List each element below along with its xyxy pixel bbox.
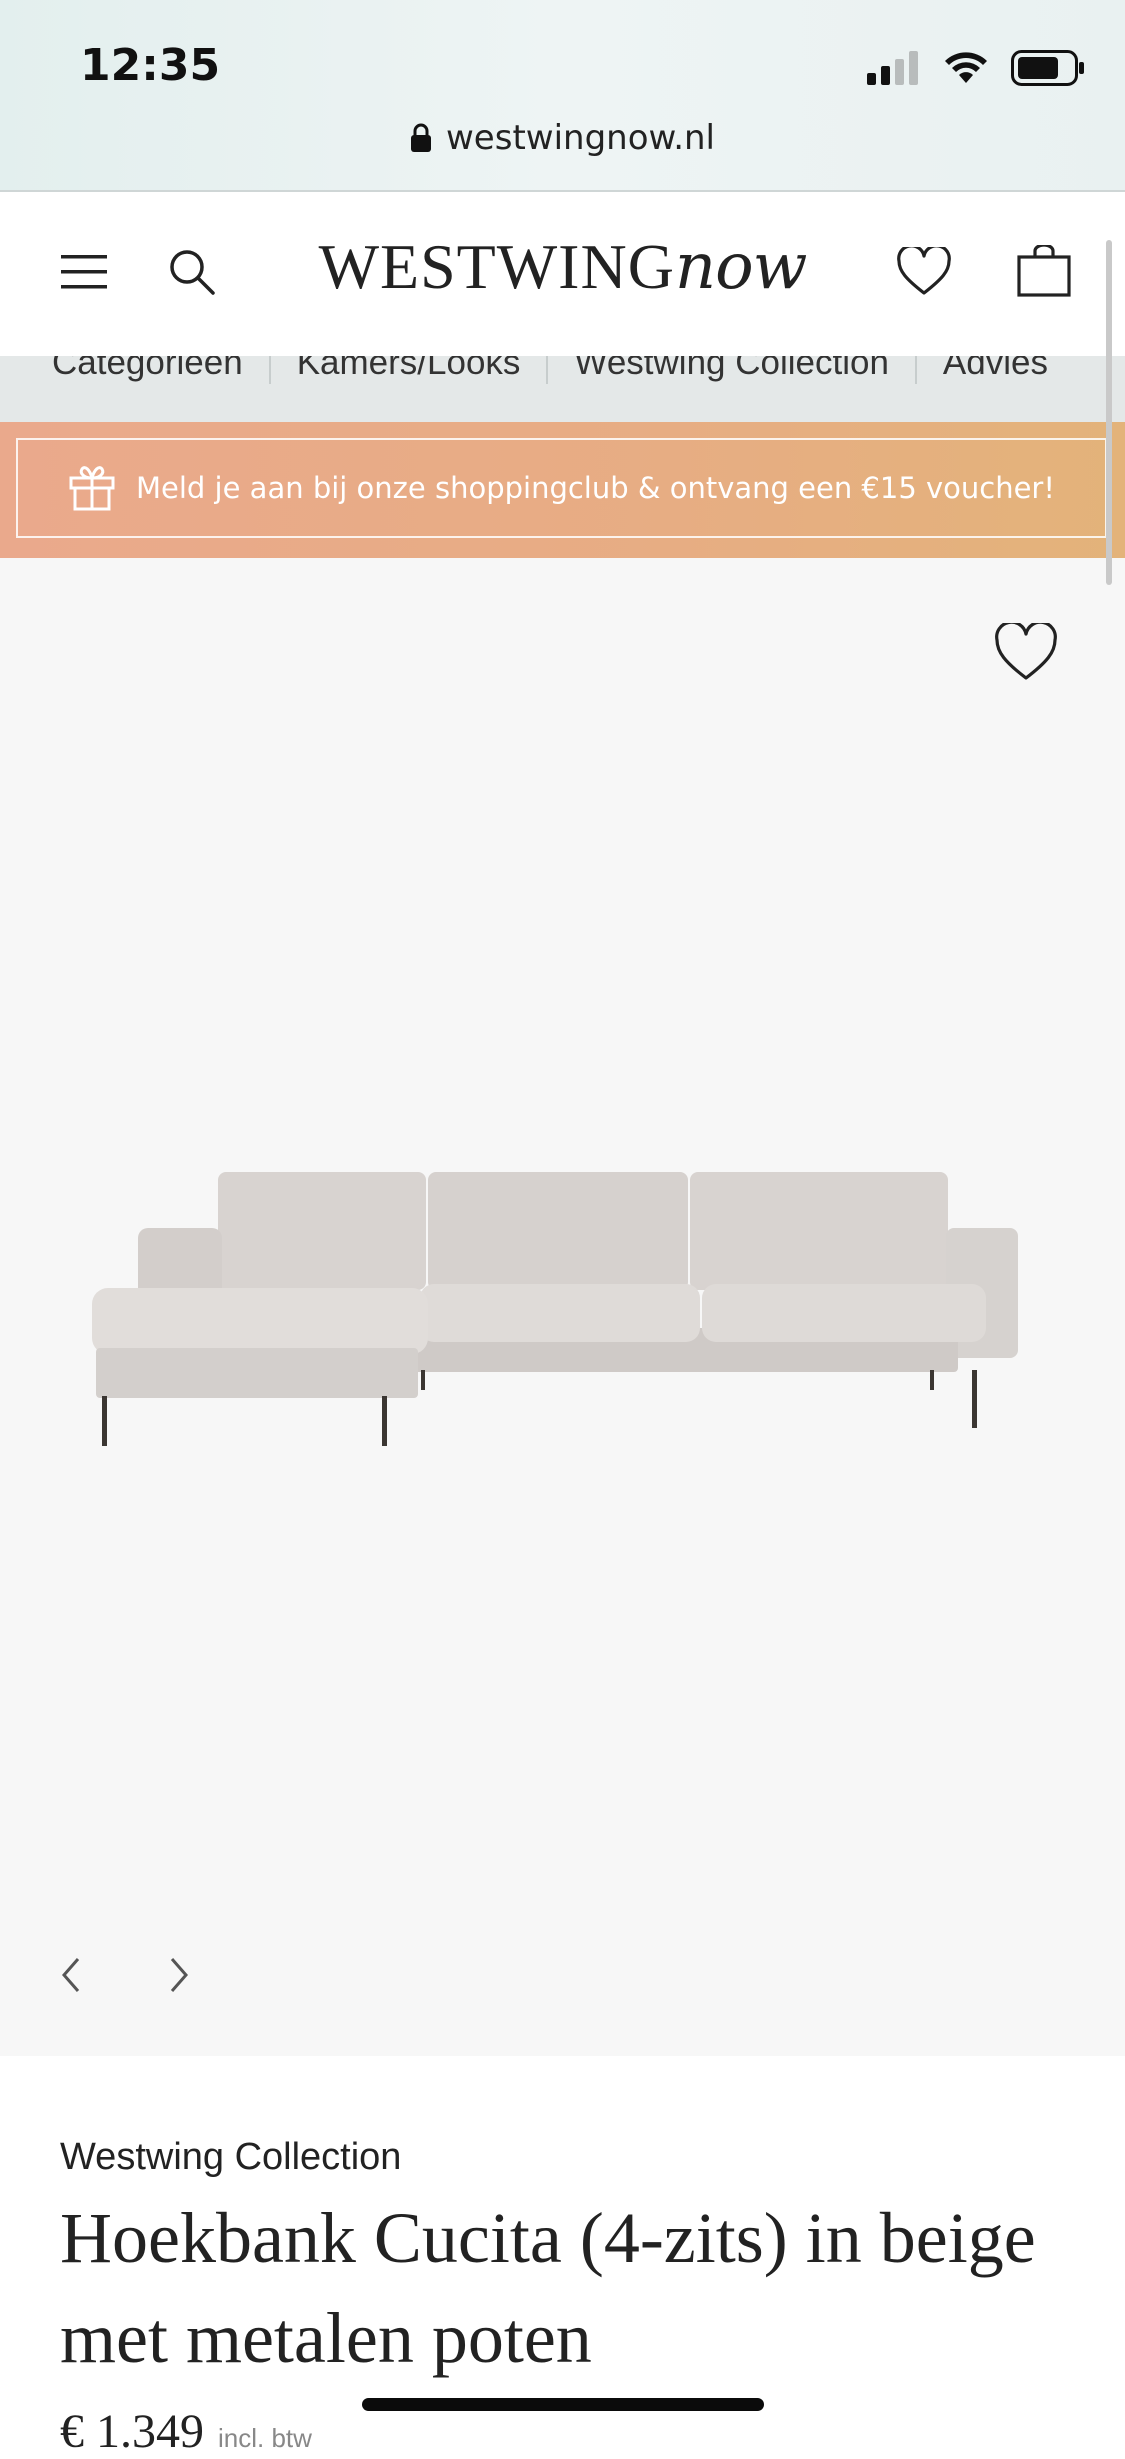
page-scrollbar[interactable]	[1106, 240, 1112, 585]
cart-button[interactable]	[1014, 242, 1074, 300]
address-bar[interactable]: westwingnow.nl	[0, 118, 1125, 158]
product-gallery[interactable]	[0, 558, 1125, 2056]
logo-now: now	[674, 230, 808, 304]
battery-icon	[1011, 50, 1084, 86]
nav-item-westwing-collection[interactable]: Westwing Collection	[548, 356, 915, 383]
gift-icon	[69, 466, 115, 511]
lock-icon	[411, 123, 431, 152]
status-time: 12:35	[80, 40, 221, 91]
nav-item-kamers-looks[interactable]: Kamers/Looks	[271, 356, 547, 383]
product-brand[interactable]: Westwing Collection	[60, 2136, 401, 2179]
add-to-wishlist-button[interactable]	[993, 620, 1063, 687]
gallery-next-button[interactable]	[158, 1953, 198, 1997]
wifi-icon	[945, 52, 987, 83]
nav-item-categorieen[interactable]: Categorieen	[52, 356, 269, 383]
cellular-signal-icon	[867, 51, 918, 85]
browser-status-bar: 12:35 westwingnow.nl	[0, 0, 1125, 192]
url-text: westwingnow.nl	[446, 118, 715, 158]
home-indicator[interactable]	[362, 2398, 764, 2411]
chevron-right-icon	[170, 1958, 188, 1992]
product-price-row: € 1.349 incl. btw	[60, 2404, 312, 2459]
product-info: Westwing Collection Hoekbank Cucita (4-z…	[0, 2056, 1125, 2458]
product-image-sofa	[92, 1172, 1018, 1446]
status-icons	[867, 48, 1085, 88]
nav-item-advies[interactable]: Advies	[917, 356, 1074, 383]
promo-banner[interactable]: Meld je aan bij onze shoppingclub & ontv…	[0, 422, 1125, 558]
site-header: WESTWINGnow	[0, 192, 1125, 356]
price-note: incl. btw	[218, 2423, 312, 2453]
logo-westwing: WESTWING	[318, 231, 675, 302]
heart-icon	[897, 247, 951, 295]
wishlist-button[interactable]	[894, 244, 954, 300]
chevron-left-icon	[62, 1958, 80, 1992]
gallery-prev-button[interactable]	[52, 1953, 92, 1997]
promo-banner-box: Meld je aan bij onze shoppingclub & ontv…	[16, 438, 1107, 538]
site-logo[interactable]: WESTWINGnow	[0, 230, 1125, 304]
promo-banner-text: Meld je aan bij onze shoppingclub & ontv…	[136, 471, 1055, 505]
category-nav: Categorieen Kamers/Looks Westwing Collec…	[0, 356, 1125, 422]
product-title: Hoekbank Cucita (4-zits) in beige met me…	[60, 2198, 1036, 2378]
shopping-bag-icon	[1017, 245, 1071, 297]
heart-icon	[995, 620, 1057, 680]
product-price: € 1.349	[60, 2405, 204, 2458]
